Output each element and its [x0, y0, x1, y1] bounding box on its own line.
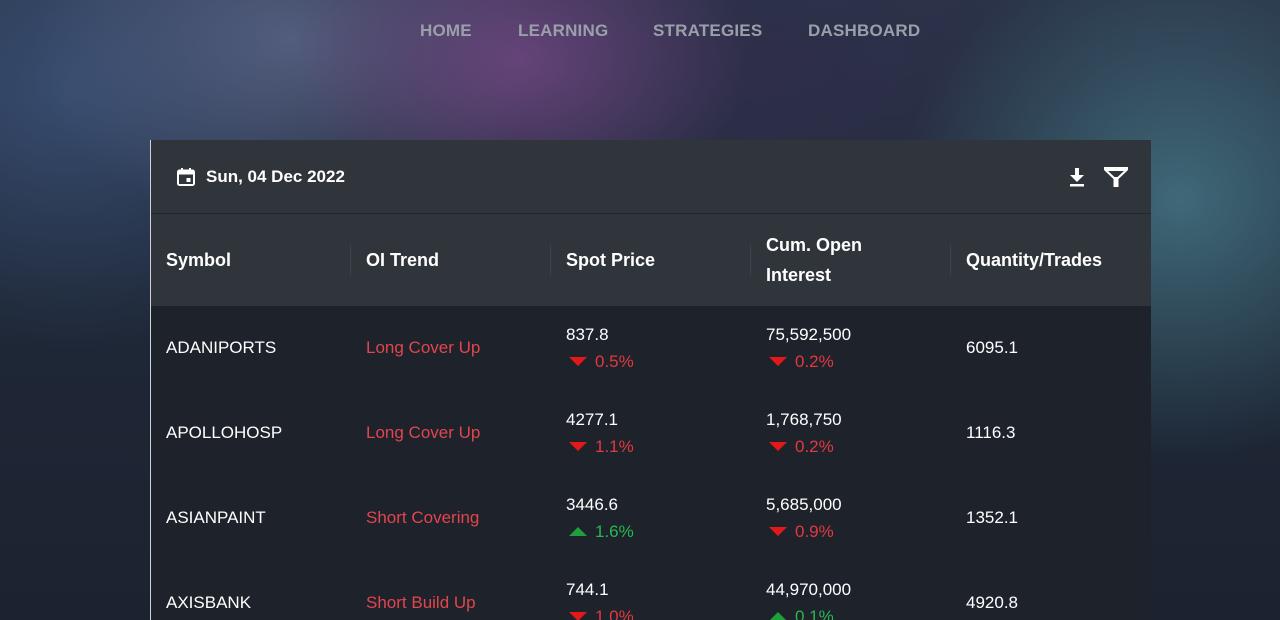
table-row[interactable]: AXISBANK Short Build Up 744.1 1.0% 44,97… — [151, 561, 1151, 620]
oi-table-card: Sun, 04 Dec 2022 Symbol OI Trend Spot Pr… — [150, 140, 1151, 620]
up-arrow-icon — [769, 612, 787, 620]
down-arrow-icon — [769, 527, 787, 537]
column-divider — [350, 244, 351, 276]
column-divider — [550, 244, 551, 276]
symbol-cell: ASIANPAINT — [166, 508, 266, 527]
open-interest-value: 5,685,000 — [766, 495, 842, 514]
download-icon[interactable] — [1067, 166, 1087, 188]
down-arrow-icon — [769, 442, 787, 452]
table-header: Symbol OI Trend Spot Price Cum. Open Int… — [151, 214, 1151, 306]
card-header: Sun, 04 Dec 2022 — [151, 140, 1151, 214]
column-header-oi-trend[interactable]: OI Trend — [366, 214, 546, 306]
down-arrow-icon — [569, 442, 587, 452]
open-interest-value: 75,592,500 — [766, 325, 852, 344]
open-interest-change: 0.9% — [769, 522, 834, 542]
oi-trend-cell: Short Build Up — [366, 593, 476, 612]
up-arrow-icon — [569, 527, 587, 537]
selected-date[interactable]: Sun, 04 Dec 2022 — [206, 167, 345, 187]
open-interest-change: 0.1% — [769, 607, 834, 620]
quantity-trades-cell: 1352.1 — [966, 508, 1018, 527]
oi-trend-cell: Short Covering — [366, 508, 480, 527]
down-arrow-icon — [769, 357, 787, 367]
open-interest-value: 1,768,750 — [766, 410, 842, 429]
nav-dashboard-link[interactable]: DASHBOARD — [808, 21, 920, 41]
oi-trend-cell: Long Cover Up — [366, 338, 481, 357]
symbol-cell: ADANIPORTS — [166, 338, 277, 357]
column-header-symbol[interactable]: Symbol — [166, 214, 346, 306]
nav-strategies-link[interactable]: STRATEGIES — [653, 21, 762, 41]
nav-learning-link[interactable]: LEARNING — [518, 21, 608, 41]
filter-icon[interactable] — [1103, 165, 1129, 189]
column-header-quantity-trades[interactable]: Quantity/Trades — [966, 214, 1146, 306]
spot-price-change: 1.1% — [569, 437, 634, 457]
symbol-cell: APOLLOHOSP — [166, 423, 283, 442]
table-row[interactable]: APOLLOHOSP Long Cover Up 4277.1 1.1% 1,7… — [151, 391, 1151, 476]
open-interest-change: 0.2% — [769, 352, 834, 372]
open-interest-change: 0.2% — [769, 437, 834, 457]
spot-price-value: 4277.1 — [566, 410, 618, 429]
top-nav: HOME LEARNING STRATEGIES DASHBOARD — [0, 21, 1280, 43]
spot-price-value: 744.1 — [566, 580, 609, 599]
nav-home-link[interactable]: HOME — [420, 21, 472, 41]
spot-price-change: 1.0% — [569, 607, 634, 620]
spot-price-change: 0.5% — [569, 352, 634, 372]
symbol-cell: AXISBANK — [166, 593, 252, 612]
quantity-trades-cell: 1116.3 — [966, 423, 1016, 442]
open-interest-value: 44,970,000 — [766, 580, 852, 599]
spot-price-value: 837.8 — [566, 325, 609, 344]
spot-price-change: 1.6% — [569, 522, 634, 542]
table-row[interactable]: ADANIPORTS Long Cover Up 837.8 0.5% 75,5… — [151, 306, 1151, 391]
down-arrow-icon — [569, 357, 587, 367]
oi-trend-cell: Long Cover Up — [366, 423, 481, 442]
quantity-trades-cell: 4920.8 — [966, 593, 1018, 612]
column-header-spot-price[interactable]: Spot Price — [566, 214, 746, 306]
column-divider — [950, 244, 951, 276]
quantity-trades-cell: 6095.1 — [966, 338, 1018, 357]
column-header-cum-open-interest[interactable]: Cum. Open Interest — [766, 214, 891, 306]
calendar-icon — [177, 168, 195, 186]
down-arrow-icon — [569, 612, 587, 620]
column-divider — [750, 244, 751, 276]
spot-price-value: 3446.6 — [566, 495, 618, 514]
table-row[interactable]: ASIANPAINT Short Covering 3446.6 1.6% 5,… — [151, 476, 1151, 561]
